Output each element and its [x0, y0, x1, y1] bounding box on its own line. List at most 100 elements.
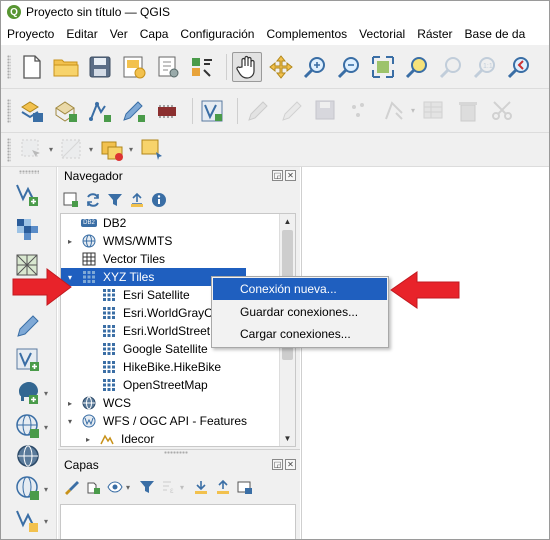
properties-info-button[interactable] — [150, 191, 168, 209]
add-vector-layer-button[interactable] — [13, 179, 43, 209]
select-features-dropdown-arrow[interactable]: ▾ — [49, 145, 53, 154]
select-features-button[interactable] — [17, 135, 47, 165]
add-virtual-layer-button[interactable] — [13, 345, 43, 375]
add-wms-layer-button[interactable] — [13, 411, 43, 441]
expand-arrow-icon[interactable]: ▸ — [65, 237, 75, 246]
tree-item-wcs[interactable]: ▸ WCS — [65, 394, 279, 412]
refresh-button[interactable] — [84, 191, 102, 209]
menu-item-load-connections[interactable]: Cargar conexiones... — [213, 323, 387, 345]
pan-to-selection-button[interactable] — [266, 52, 296, 82]
toolbar-grip[interactable] — [19, 170, 39, 174]
zoom-to-layer-button[interactable] — [436, 52, 466, 82]
modify-attributes-button[interactable] — [419, 96, 449, 126]
menu-capa[interactable]: Capa — [140, 27, 169, 41]
zoom-out-button[interactable] — [334, 52, 364, 82]
add-raster-layer-button[interactable] — [13, 215, 43, 245]
toolbar-grip[interactable] — [7, 98, 11, 123]
new-project-button[interactable] — [17, 52, 47, 82]
style-manager-button[interactable] — [187, 52, 217, 82]
collapse-arrow-icon[interactable]: ▾ — [65, 417, 75, 426]
new-spatialite-button[interactable] — [119, 96, 149, 126]
toolbar-grip[interactable] — [7, 54, 11, 79]
scroll-up-arrow-icon[interactable]: ▲ — [280, 214, 295, 229]
select-by-value-button[interactable] — [57, 135, 87, 165]
expand-all-button[interactable] — [192, 478, 210, 496]
menu-raster[interactable]: Ráster — [417, 27, 452, 41]
menu-proyecto[interactable]: Proyecto — [7, 27, 54, 41]
vertex-tool-dropdown-arrow[interactable]: ▾ — [411, 106, 415, 115]
toolbar-grip[interactable] — [7, 137, 11, 162]
save-edits-button[interactable] — [311, 96, 341, 126]
tree-item-idecor[interactable]: ▸ Idecor — [83, 430, 273, 446]
cut-features-button[interactable] — [487, 96, 517, 126]
current-edits-button[interactable] — [243, 96, 273, 126]
menu-complementos[interactable]: Complementos — [266, 27, 347, 41]
map-canvas[interactable] — [301, 167, 549, 539]
delete-selected-button[interactable] — [453, 96, 483, 126]
add-delimited-text-button[interactable] — [13, 311, 43, 341]
layers-tree[interactable] — [60, 504, 296, 539]
tree-item-db2[interactable]: DB2 DB2 — [65, 214, 279, 232]
zoom-last-button[interactable] — [504, 52, 534, 82]
menu-configuracion[interactable]: Configuración — [180, 27, 254, 41]
new-vector-layer-button[interactable] — [13, 505, 43, 535]
new-print-layout-button[interactable] — [119, 52, 149, 82]
close-panel-button[interactable]: ✕ — [285, 170, 296, 181]
add-wfs-layer-button[interactable] — [13, 473, 43, 503]
tree-item-hikebike[interactable]: HikeBike.HikeBike — [101, 358, 281, 376]
panel-splitter-grip[interactable] — [164, 451, 188, 454]
scroll-down-arrow-icon[interactable]: ▼ — [280, 431, 295, 446]
open-project-button[interactable] — [51, 52, 81, 82]
select-by-location-button[interactable] — [137, 135, 167, 165]
new-virtual-layer-button[interactable] — [198, 96, 228, 126]
vertex-tool-button[interactable] — [379, 96, 409, 126]
close-panel-button[interactable]: ✕ — [285, 459, 296, 470]
pan-map-button[interactable] — [232, 51, 262, 82]
menu-vectorial[interactable]: Vectorial — [359, 27, 405, 41]
wfs-dropdown-arrow[interactable]: ▾ — [44, 485, 48, 494]
manage-map-themes-button[interactable] — [106, 478, 124, 496]
add-postgis-layer-button[interactable] — [13, 377, 43, 407]
tree-item-vector-tiles[interactable]: Vector Tiles — [65, 250, 279, 268]
float-panel-button[interactable]: ◲ — [272, 170, 283, 181]
menu-item-new-connection[interactable]: Conexión nueva... — [213, 278, 387, 300]
tree-item-wms-wmts[interactable]: ▸ WMS/WMTS — [65, 232, 279, 250]
collapse-all-layers-button[interactable] — [214, 478, 232, 496]
filter-legend-button[interactable] — [138, 478, 156, 496]
zoom-full-button[interactable] — [368, 52, 398, 82]
deselect-dropdown-arrow[interactable]: ▾ — [129, 145, 133, 154]
select-by-value-dropdown-arrow[interactable]: ▾ — [89, 145, 93, 154]
wms-dropdown-arrow[interactable]: ▾ — [44, 423, 48, 432]
filter-browser-button[interactable] — [106, 191, 124, 209]
new-memory-layer-button[interactable] — [153, 96, 183, 126]
collapse-all-button[interactable] — [128, 191, 146, 209]
data-source-manager-button[interactable] — [17, 96, 47, 126]
float-panel-button[interactable]: ◲ — [272, 459, 283, 470]
menu-item-save-connections[interactable]: Guardar conexiones... — [213, 301, 387, 323]
zoom-native-button[interactable]: 1:1 — [470, 52, 500, 82]
remove-layer-button[interactable] — [236, 478, 254, 496]
menu-editar[interactable]: Editar — [66, 27, 97, 41]
expand-arrow-icon[interactable]: ▸ — [83, 435, 93, 444]
open-layer-styling-button[interactable] — [62, 478, 80, 496]
map-themes-dropdown-arrow[interactable]: ▾ — [126, 483, 130, 492]
tree-item-wfs-ogc[interactable]: ▾ WFS / OGC API - Features — [65, 412, 279, 430]
new-geopackage-button[interactable] — [51, 96, 81, 126]
toggle-editing-button[interactable] — [277, 96, 307, 126]
filter-by-expression-button[interactable]: ε — [160, 478, 178, 496]
new-shapefile-button[interactable] — [85, 96, 115, 126]
deselect-features-button[interactable] — [97, 135, 127, 165]
menu-ver[interactable]: Ver — [110, 27, 128, 41]
add-selected-layers-button[interactable] — [62, 191, 80, 209]
layout-manager-button[interactable] — [153, 52, 183, 82]
expand-arrow-icon[interactable]: ▸ — [65, 399, 75, 408]
zoom-to-selection-button[interactable] — [402, 52, 432, 82]
save-project-button[interactable] — [85, 52, 115, 82]
menu-base-de-datos[interactable]: Base de da — [465, 27, 526, 41]
tree-item-openstreetmap[interactable]: OpenStreetMap — [101, 376, 281, 394]
zoom-in-button[interactable] — [300, 52, 330, 82]
postgis-dropdown-arrow[interactable]: ▾ — [44, 389, 48, 398]
add-group-button[interactable] — [84, 478, 102, 496]
expression-filter-dropdown-arrow[interactable]: ▾ — [180, 483, 184, 492]
new-vector-dropdown-arrow[interactable]: ▾ — [44, 517, 48, 526]
